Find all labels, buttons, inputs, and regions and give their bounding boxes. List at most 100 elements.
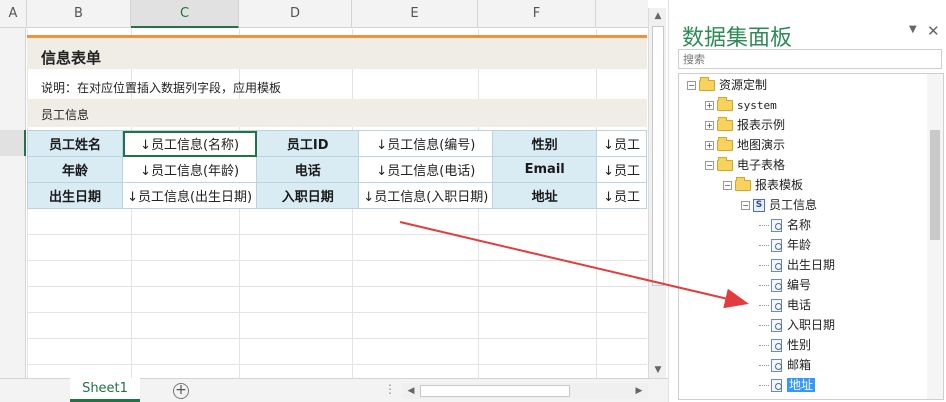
tree-node[interactable]: + 报表示例 <box>705 116 785 134</box>
tree-node-label: 入职日期 <box>787 318 836 332</box>
field-icon <box>771 239 782 252</box>
folder-icon <box>735 177 751 191</box>
folder-icon <box>717 97 733 111</box>
field-binding-cell[interactable]: ↓员工信息(出生日期) <box>122 182 258 209</box>
form-description[interactable]: 说明：在对应位置插入数据列字段，应用模板 <box>41 79 281 96</box>
scroll-down-icon[interactable]: ▼ <box>649 362 667 378</box>
tree-connector <box>759 325 769 326</box>
field-binding-cell[interactable]: ↓员工 <box>596 130 647 157</box>
tree-node[interactable]: − 资源定制 <box>687 76 767 94</box>
field-binding-cell[interactable]: ↓员工信息(名称) <box>122 130 258 157</box>
column-header-a[interactable]: A <box>0 0 27 28</box>
tree-connector <box>759 225 769 226</box>
sheet-vscroll-thumb[interactable] <box>652 26 664 286</box>
sheet-horizontal-scrollbar[interactable]: ◀ ▶ <box>402 383 648 399</box>
form-title-band[interactable]: 信息表单 <box>27 35 647 69</box>
collapse-icon[interactable]: − <box>705 161 714 170</box>
field-label-cell[interactable]: 入职日期 <box>256 182 360 209</box>
sheet-tab-bar: Sheet1 + ⋮ ◀ ▶ <box>0 378 668 402</box>
tree-vertical-scrollbar[interactable] <box>927 74 943 399</box>
tree-connector <box>759 265 769 266</box>
sheet-vertical-scrollbar[interactable]: ▲ ▼ <box>648 8 666 378</box>
expand-icon[interactable]: + <box>705 101 714 110</box>
field-label-cell[interactable]: 地址 <box>492 182 598 209</box>
tree-node[interactable]: 邮箱 <box>759 356 811 374</box>
scroll-right-icon[interactable]: ▶ <box>630 383 648 399</box>
collapse-icon[interactable]: − <box>741 201 750 210</box>
column-header-f[interactable]: F <box>478 0 596 28</box>
tree-node[interactable]: 性别 <box>759 336 811 354</box>
expand-icon[interactable]: + <box>705 141 714 150</box>
field-icon <box>771 219 782 232</box>
tree-node-label: system <box>737 99 777 112</box>
tree-node[interactable]: − 报表模板 <box>723 176 803 194</box>
selected-row-marker <box>0 130 26 156</box>
scroll-left-icon[interactable]: ◀ <box>402 383 420 399</box>
section-band[interactable]: 员工信息 <box>27 99 647 127</box>
field-label-cell[interactable]: 年龄 <box>27 156 124 183</box>
tree-node[interactable]: 编号 <box>759 276 811 294</box>
tree-connector <box>759 365 769 366</box>
add-sheet-icon[interactable]: + <box>173 383 189 399</box>
spreadsheet-area: ABCDEF 信息表单 说明：在对应位置插入数据列字段，应用模板 员工信息 员工… <box>0 0 668 402</box>
field-icon <box>771 319 782 332</box>
row-header-gutter <box>0 28 26 378</box>
folder-icon <box>699 77 715 91</box>
field-binding-cell[interactable]: ↓员工信息(电话) <box>358 156 494 183</box>
tree-vscroll-thumb[interactable] <box>930 130 940 240</box>
tree-node-label: 报表模板 <box>755 178 804 192</box>
tree-node-label: 资源定制 <box>719 78 768 92</box>
sheet-hscroll-thumb[interactable] <box>420 385 570 397</box>
tree-node[interactable]: 年龄 <box>759 236 811 254</box>
tree-node[interactable]: 名称 <box>759 216 811 234</box>
field-icon <box>771 339 782 352</box>
tree-node[interactable]: + system <box>705 96 777 114</box>
column-header-d[interactable]: D <box>239 0 352 28</box>
folder-icon <box>717 157 733 171</box>
column-header-b[interactable]: B <box>27 0 131 28</box>
field-binding-cell[interactable]: ↓员工 <box>596 182 647 209</box>
tree-node[interactable]: + 地图演示 <box>705 136 785 154</box>
tree-node-label: 电子表格 <box>737 158 786 172</box>
field-binding-cell[interactable]: ↓员工信息(年龄) <box>122 156 258 183</box>
field-icon <box>771 259 782 272</box>
field-label-cell[interactable]: 电话 <box>256 156 360 183</box>
expand-icon[interactable]: + <box>705 121 714 130</box>
search-input[interactable] <box>678 49 942 69</box>
table-row: 年龄 ↓员工信息(年龄) 电话 ↓员工信息(电话) Email ↓员工 <box>27 156 647 183</box>
field-icon <box>771 379 782 392</box>
tree-node-label: 邮箱 <box>787 358 812 372</box>
tree-node[interactable]: − 电子表格 <box>705 156 785 174</box>
panel-menu-icon[interactable]: ▼ <box>909 24 917 35</box>
grid-row-line <box>27 234 647 235</box>
tab-splitter-icon[interactable]: ⋮ <box>384 382 396 396</box>
field-label-cell[interactable]: Email <box>492 156 598 183</box>
tree-connector <box>759 285 769 286</box>
tree-connector <box>759 345 769 346</box>
field-binding-cell[interactable]: ↓员工 <box>596 156 647 183</box>
grid-row-line <box>27 338 647 339</box>
tree-node-label: 性别 <box>787 338 812 352</box>
panel-title: 数据集面板 <box>682 26 793 51</box>
field-label-cell[interactable]: 员工ID <box>256 130 360 157</box>
field-label-cell[interactable]: 性别 <box>492 130 598 157</box>
scroll-up-icon[interactable]: ▲ <box>649 8 667 24</box>
tree-node[interactable]: − S 员工信息 <box>741 196 817 214</box>
collapse-icon[interactable]: − <box>723 181 732 190</box>
close-icon[interactable]: ✕ <box>927 22 940 40</box>
cell-grid[interactable]: 信息表单 说明：在对应位置插入数据列字段，应用模板 员工信息 员工姓名 ↓员工信息… <box>27 29 647 378</box>
collapse-icon[interactable]: − <box>687 81 696 90</box>
column-header-c[interactable]: C <box>131 0 239 28</box>
field-label-cell[interactable]: 出生日期 <box>27 182 124 209</box>
tree-node[interactable]: 电话 <box>759 296 811 314</box>
tree-node[interactable]: 出生日期 <box>759 256 835 274</box>
tab-sheet1[interactable]: Sheet1 <box>70 378 140 402</box>
tree-node[interactable]: 地址 <box>759 376 816 394</box>
tree-node[interactable]: 入职日期 <box>759 316 835 334</box>
field-binding-cell[interactable]: ↓员工信息(编号) <box>358 130 494 157</box>
grid-row-line <box>27 286 647 287</box>
tree-node-label: 地址 <box>787 378 816 392</box>
field-label-cell[interactable]: 员工姓名 <box>27 130 124 157</box>
column-header-e[interactable]: E <box>352 0 478 28</box>
field-binding-cell[interactable]: ↓员工信息(入职日期) <box>358 182 494 209</box>
